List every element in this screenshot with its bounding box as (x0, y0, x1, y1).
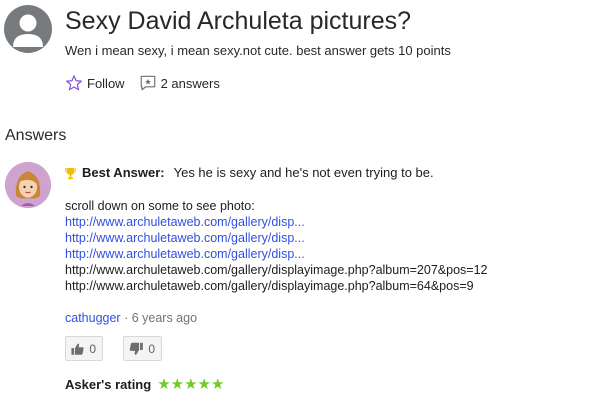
answer-body: scroll down on some to see photo: http:/… (65, 198, 487, 294)
gallery-url-text: http://www.archuletaweb.com/gallery/disp… (65, 279, 474, 293)
best-answer-label: Best Answer: (82, 165, 165, 180)
rating-stars-icon: ★★★★★ (157, 376, 224, 392)
thumbs-up-count: 0 (89, 341, 96, 356)
default-user-icon (13, 14, 43, 47)
gallery-link[interactable]: http://www.archuletaweb.com/gallery/disp… (65, 230, 487, 246)
thumbs-up-icon (71, 343, 84, 355)
gallery-link[interactable]: http://www.archuletaweb.com/gallery/disp… (65, 246, 487, 262)
askers-rating-label: Asker's rating (65, 376, 152, 392)
cartoon-avatar-icon (5, 162, 51, 208)
comment-star-icon (140, 75, 155, 91)
answerer-avatar[interactable] (5, 162, 51, 208)
trophy-icon (65, 167, 76, 179)
answers-count-label: 2 answers (160, 75, 220, 91)
best-answer-header: Best Answer: Yes he is sexy and he's not… (65, 165, 434, 181)
star-outline-icon (66, 75, 82, 91)
question-actions: Follow 2 answers (65, 73, 220, 93)
gallery-url-text: http://www.archuletaweb.com/gallery/disp… (65, 263, 488, 277)
follow-button[interactable]: Follow (65, 74, 125, 92)
best-answer-text: Yes he is sexy and he's not even trying … (173, 165, 434, 180)
answer-meta: cathugger · 6 years ago (65, 310, 197, 326)
askers-rating: Asker's rating ★★★★★ (65, 376, 224, 392)
answers-count-button[interactable]: 2 answers (139, 74, 220, 92)
thumbs-down-icon (129, 342, 143, 355)
rating-stars-text: ★★★★★ (157, 375, 225, 393)
question-title: Sexy David Archuleta pictures? (65, 7, 412, 35)
answer-intro: scroll down on some to see photo: (65, 199, 255, 213)
thumbs-down-button[interactable]: 0 (123, 336, 162, 361)
answer-author-link[interactable]: cathugger (65, 311, 121, 325)
thumbs-up-button[interactable]: 0 (65, 336, 103, 361)
answers-heading: Answers (5, 127, 67, 144)
gallery-link[interactable]: http://www.archuletaweb.com/gallery/disp… (65, 214, 487, 230)
question-details: Wen i mean sexy, i mean sexy.not cute. b… (65, 43, 451, 58)
follow-label: Follow (87, 75, 125, 91)
answer-age: · 6 years ago (120, 311, 198, 325)
asker-avatar[interactable] (4, 5, 52, 53)
thumbs-down-count: 0 (148, 341, 155, 356)
